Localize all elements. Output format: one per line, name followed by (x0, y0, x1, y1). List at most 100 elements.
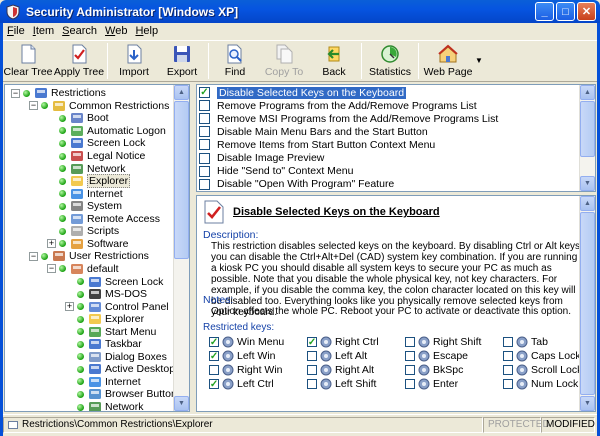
tree-item[interactable]: Browser Buttons (65, 388, 182, 401)
restricted-key-option[interactable]: BkSpc (405, 364, 463, 376)
restricted-key-option[interactable]: Right Ctrl (307, 336, 379, 348)
tree-item[interactable]: Boot (47, 112, 109, 125)
restriction-checkbox[interactable] (199, 113, 210, 125)
restriction-checkbox[interactable] (199, 152, 210, 164)
scroll-thumb[interactable] (174, 101, 189, 259)
scroll-down-button[interactable]: ▼ (580, 176, 595, 191)
tree-item[interactable]: − User Restrictions (29, 250, 149, 263)
list-scrollbar[interactable]: ▲ ▼ (579, 85, 595, 191)
restricted-key-option[interactable]: Right Win (209, 364, 283, 376)
scroll-up-button[interactable]: ▲ (580, 85, 595, 100)
tree-item[interactable]: Network (47, 162, 126, 175)
key-checkbox[interactable] (209, 365, 219, 375)
restricted-key-option[interactable]: Num Lock (503, 378, 578, 390)
scroll-thumb[interactable] (580, 212, 595, 395)
tree-item[interactable]: Explorer (65, 313, 144, 326)
title-bar[interactable]: Security Administrator [Windows XP] _ □ … (0, 0, 600, 23)
restrictions-tree[interactable]: − Restrictions − Common Restrictions Boot Aut… (4, 84, 190, 412)
scroll-down-button[interactable]: ▼ (174, 396, 189, 411)
restricted-key-option[interactable]: Win Menu (209, 336, 284, 348)
statistics-button[interactable]: Statistics (364, 41, 416, 81)
key-checkbox[interactable] (405, 351, 415, 361)
collapse-icon[interactable]: − (29, 101, 38, 111)
detail-scrollbar[interactable]: ▲ ▼ (579, 196, 595, 411)
clear-tree-button[interactable]: Clear Tree (3, 41, 53, 81)
tree-item[interactable]: − Restrictions (11, 87, 106, 100)
key-checkbox[interactable] (209, 379, 219, 389)
collapse-icon[interactable]: − (11, 88, 20, 98)
restriction-list-item[interactable]: Disable Image Preview (199, 152, 324, 165)
tree-item[interactable]: Automatic Logon (47, 125, 166, 138)
expand-icon[interactable]: + (65, 302, 74, 312)
key-checkbox[interactable] (405, 337, 415, 347)
tree-item[interactable]: Screen Lock (65, 275, 163, 288)
key-checkbox[interactable] (503, 365, 513, 375)
tree-item[interactable]: Screen Lock (47, 137, 145, 150)
restriction-list-item[interactable]: Remove MSI Programs from the Add/Remove … (199, 112, 498, 125)
tree-item[interactable]: Network (65, 401, 144, 411)
key-checkbox[interactable] (209, 337, 219, 347)
key-checkbox[interactable] (405, 379, 415, 389)
back-button[interactable]: Back (309, 41, 359, 81)
scroll-up-button[interactable]: ▲ (580, 196, 595, 211)
menu-file[interactable]: File (3, 25, 29, 37)
close-button[interactable]: ✕ (577, 2, 596, 21)
tree-item[interactable]: Remote Access (47, 213, 160, 226)
restriction-list-item[interactable]: Hide "Send to" Context Menu (199, 165, 353, 178)
apply-tree-button[interactable]: Apply Tree (53, 41, 105, 81)
restricted-key-option[interactable]: Enter (405, 378, 458, 390)
restriction-list-item[interactable]: Disable Main Menu Bars and the Start But… (199, 125, 428, 138)
import-button[interactable]: Import (110, 41, 158, 81)
export-button[interactable]: Export (158, 41, 206, 81)
key-checkbox[interactable] (503, 351, 513, 361)
tree-item[interactable]: MS-DOS (65, 288, 147, 301)
key-checkbox[interactable] (405, 365, 415, 375)
restrictions-list[interactable]: Disable Selected Keys on the KeyboardRem… (196, 84, 596, 192)
key-checkbox[interactable] (503, 337, 513, 347)
menu-search[interactable]: Search (58, 25, 101, 37)
web-page-dropdown-arrow[interactable]: ▼ (475, 41, 485, 65)
scroll-thumb[interactable] (580, 101, 595, 157)
tree-item[interactable]: Internet (65, 376, 141, 389)
tree-scrollbar[interactable]: ▲ ▼ (173, 85, 189, 411)
tree-item[interactable]: Active Desktop (65, 363, 175, 376)
restricted-key-option[interactable]: Right Alt (307, 364, 374, 376)
tree-item[interactable]: Scripts (47, 225, 119, 238)
restriction-checkbox[interactable] (199, 126, 210, 138)
expand-icon[interactable]: + (47, 239, 56, 249)
restricted-key-option[interactable]: Left Win (209, 350, 276, 362)
key-checkbox[interactable] (209, 351, 219, 361)
collapse-icon[interactable]: − (29, 251, 38, 261)
restriction-list-item[interactable]: Remove Programs from the Add/Remove Prog… (199, 99, 477, 112)
tree-item[interactable]: System (47, 200, 122, 213)
restriction-checkbox[interactable] (199, 139, 210, 151)
tree-item[interactable]: Internet (47, 187, 123, 200)
maximize-button[interactable]: □ (556, 2, 575, 21)
tree-item[interactable]: Explorer (47, 174, 131, 189)
key-checkbox[interactable] (307, 379, 317, 389)
tree-item[interactable]: − default (47, 263, 119, 276)
tree-item[interactable]: + Control Panel (65, 300, 169, 313)
restricted-key-option[interactable]: Left Ctrl (209, 378, 274, 390)
restricted-key-option[interactable]: Left Alt (307, 350, 367, 362)
minimize-button[interactable]: _ (535, 2, 554, 21)
restricted-key-option[interactable]: Tab (503, 336, 548, 348)
menu-web[interactable]: Web (101, 25, 131, 37)
tree-item[interactable]: − Common Restrictions (29, 100, 169, 113)
find-button[interactable]: Find (211, 41, 259, 81)
tree-item[interactable]: Taskbar (65, 338, 142, 351)
key-checkbox[interactable] (503, 379, 513, 389)
key-checkbox[interactable] (307, 337, 317, 347)
scroll-up-button[interactable]: ▲ (174, 85, 189, 100)
copy-to-button[interactable]: Copy To (259, 41, 309, 81)
restriction-checkbox[interactable] (199, 87, 210, 98)
tree-item[interactable]: Start Menu (65, 325, 156, 338)
restricted-key-option[interactable]: Escape (405, 350, 468, 362)
key-checkbox[interactable] (307, 365, 317, 375)
web-page-button[interactable]: Web Page (421, 41, 475, 81)
menu-help[interactable]: Help (131, 25, 162, 37)
restriction-list-item[interactable]: Disable "Open With Program" Feature (199, 178, 394, 191)
restriction-checkbox[interactable] (199, 100, 210, 112)
restricted-key-option[interactable]: Left Shift (307, 378, 376, 390)
restriction-list-item[interactable]: Remove Items from Start Button Context M… (199, 138, 435, 151)
